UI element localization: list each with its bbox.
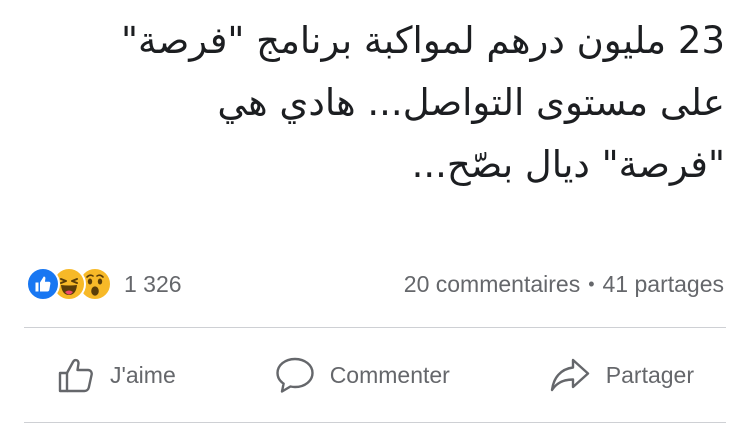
comment-label: Commenter	[329, 361, 450, 388]
reactions-summary[interactable]: 1 326	[26, 266, 182, 302]
post-stats: 1 326 20 commentaires • 41 partages	[0, 258, 750, 310]
thumbs-up-icon	[56, 356, 96, 394]
share-label: Partager	[605, 361, 694, 388]
post-text: 23 مليون درهم لمواكبة برنامج "فرصة" على …	[30, 10, 725, 196]
like-label: J'aime	[110, 361, 176, 388]
like-button[interactable]: J'aime	[24, 345, 208, 405]
comment-bubble-icon	[274, 356, 316, 394]
post-text-line: 23 مليون درهم لمواكبة برنامج "فرصة"	[121, 19, 725, 62]
share-button[interactable]: Partager	[516, 345, 726, 405]
separator-dot: •	[588, 273, 595, 294]
comments-count-link[interactable]: 20 commentaires	[404, 271, 580, 298]
share-arrow-icon	[548, 356, 592, 394]
shares-count-link[interactable]: 41 partages	[603, 271, 724, 298]
post-text-line: "فرصة" ديال بصّح...	[411, 143, 725, 186]
divider	[24, 327, 726, 328]
engagement-counts: 20 commentaires • 41 partages	[404, 266, 724, 302]
action-bar: J'aime Commenter Partager	[24, 331, 726, 419]
reaction-count: 1 326	[124, 270, 182, 297]
comment-button[interactable]: Commenter	[242, 345, 482, 405]
post-card: 23 مليون درهم لمواكبة برنامج "فرصة" على …	[0, 0, 750, 430]
divider	[24, 422, 726, 423]
like-icon	[26, 267, 60, 301]
post-text-line: على مستوى التواصل... هادي هي	[217, 81, 725, 124]
